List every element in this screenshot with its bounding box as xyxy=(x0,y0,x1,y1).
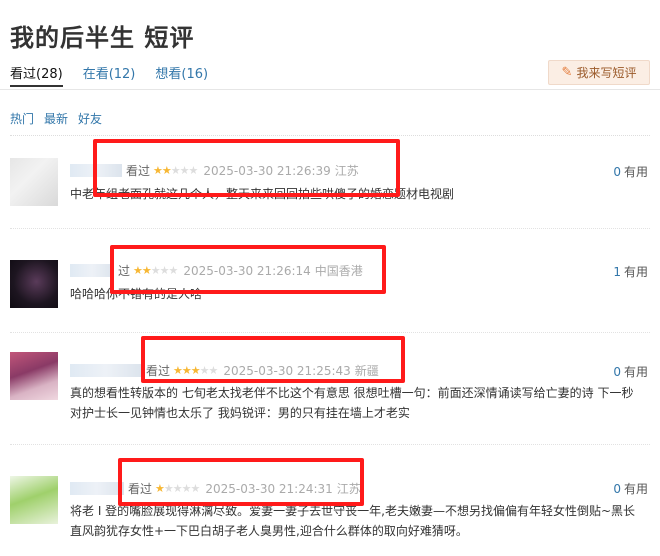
watch-status: 看过 xyxy=(146,364,171,378)
avatar[interactable] xyxy=(10,260,58,308)
comment-divider xyxy=(10,444,650,445)
comment-location: 新疆 xyxy=(354,364,379,378)
vote-number: 1 xyxy=(613,265,621,279)
watch-status: 过 xyxy=(118,264,131,278)
avatar[interactable] xyxy=(10,476,58,524)
sort-latest[interactable]: 最新 xyxy=(44,110,68,127)
vote-number: 0 xyxy=(613,482,621,496)
tab-watching[interactable]: 在看(12) xyxy=(83,63,136,87)
username[interactable] xyxy=(70,482,124,495)
comment-time: 2025-03-30 21:24:31 xyxy=(205,481,333,496)
write-comment-button[interactable]: ✎ 我来写短评 xyxy=(548,60,650,85)
comment-meta: 看过 ★★★★★ 2025-03-30 21:24:31 江苏 xyxy=(70,480,361,497)
rating-stars: ★★★★★ xyxy=(153,164,198,177)
vote-number: 0 xyxy=(613,365,621,379)
comment-location: 江苏 xyxy=(334,164,359,178)
tab-watched[interactable]: 看过(28) xyxy=(10,63,63,87)
comment-divider xyxy=(10,332,650,333)
comment-divider xyxy=(10,228,650,229)
useful-label: 有用 xyxy=(623,165,648,179)
rating-stars: ★★★★★ xyxy=(173,364,218,377)
rating-stars: ★★★★★ xyxy=(155,482,200,495)
username[interactable] xyxy=(70,364,142,377)
comment-time: 2025-03-30 21:26:39 xyxy=(203,163,331,178)
comment-location: 江苏 xyxy=(336,482,361,496)
comment-location: 中国香港 xyxy=(314,264,363,278)
comment-text: 真的想看性转版本的 七旬老太找老伴不比这个有意思 很想吐槽一句：前面还深情诵读写… xyxy=(70,386,634,420)
comment-text: 哈哈哈你不错有的是人啥 xyxy=(70,287,203,301)
comment-meta: 过 ★★★★★ 2025-03-30 21:26:14 中国香港 xyxy=(70,262,363,279)
comment-text: 中老年组老面孔就这几个人，整天来来回回拍些哄傻子的婚恋题材电视剧 xyxy=(70,187,455,201)
page-title: 我的后半生 短评 xyxy=(10,24,195,52)
sort-tabs: 热门 最新 好友 xyxy=(10,110,102,127)
sort-divider xyxy=(10,135,650,136)
comment-time: 2025-03-30 21:25:43 xyxy=(223,363,351,378)
useful-count[interactable]: 0 有用 xyxy=(613,480,648,497)
rating-stars: ★★★★★ xyxy=(133,264,178,277)
useful-label: 有用 xyxy=(623,265,648,279)
useful-label: 有用 xyxy=(623,365,648,379)
comment-time: 2025-03-30 21:26:14 xyxy=(183,263,311,278)
sort-hot[interactable]: 热门 xyxy=(10,110,34,127)
pencil-icon: ✎ xyxy=(561,65,573,80)
useful-count[interactable]: 0 有用 xyxy=(613,363,648,380)
comment-meta: 看过 ★★★★★ 2025-03-30 21:26:39 江苏 xyxy=(70,162,359,179)
sort-friends[interactable]: 好友 xyxy=(78,110,102,127)
watch-status: 看过 xyxy=(126,164,151,178)
comment-tabs: 看过(28) 在看(12) 想看(16) xyxy=(10,63,228,87)
useful-label: 有用 xyxy=(623,482,648,496)
tab-want-to-watch[interactable]: 想看(16) xyxy=(155,63,208,87)
tabs-divider xyxy=(0,89,660,90)
vote-number: 0 xyxy=(613,165,621,179)
avatar[interactable] xyxy=(10,158,58,206)
useful-count[interactable]: 1 有用 xyxy=(613,263,648,280)
username[interactable] xyxy=(70,164,122,177)
username[interactable] xyxy=(70,264,114,277)
comment-text: 将老 I 登的嘴脸展现得淋漓尽致。爱妻一妻子去世守丧一年,老夫嫩妻—不想另找偏偏… xyxy=(70,504,636,538)
avatar[interactable] xyxy=(10,352,58,400)
write-comment-label: 我来写短评 xyxy=(576,66,637,80)
useful-count[interactable]: 0 有用 xyxy=(613,163,648,180)
watch-status: 看过 xyxy=(128,482,153,496)
comment-meta: 看过 ★★★★★ 2025-03-30 21:25:43 新疆 xyxy=(70,362,379,379)
